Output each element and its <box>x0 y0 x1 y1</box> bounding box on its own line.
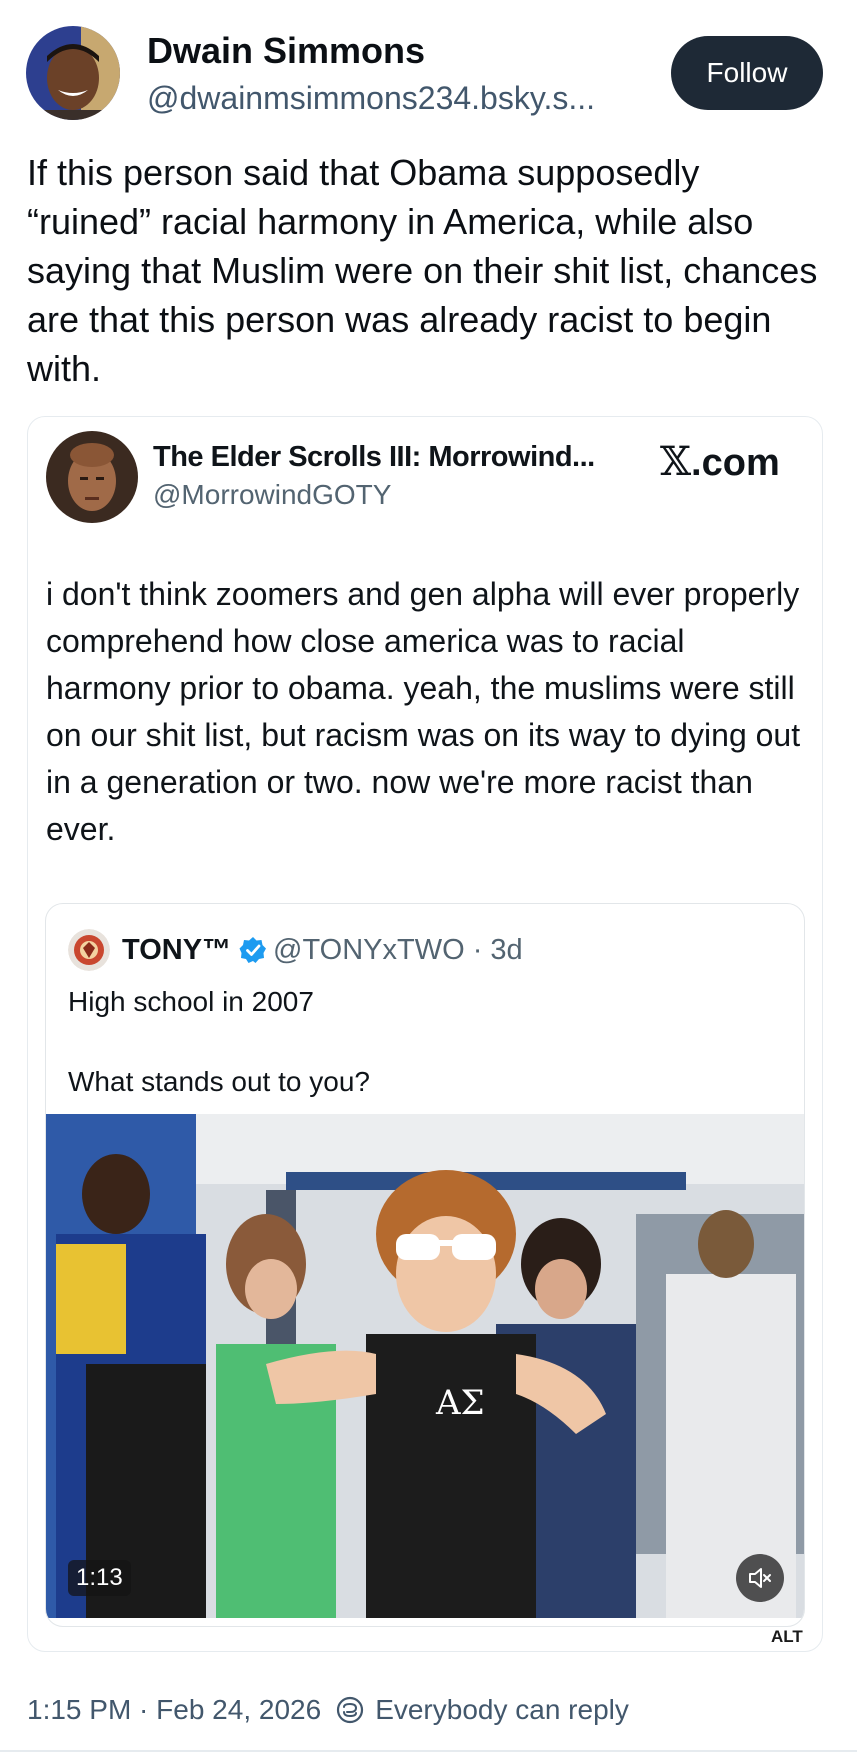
quote-author-name: TONY™ <box>122 933 232 966</box>
video-frame-image: ΑΣ <box>46 1114 804 1618</box>
speaker-muted-icon <box>749 1568 771 1588</box>
author-handle[interactable]: @dwainmsimmons234.bsky.s... <box>147 80 647 117</box>
x-com-suffix: .com <box>691 442 780 484</box>
alt-text-badge[interactable]: ALT <box>771 1627 803 1647</box>
quote-author-handle: @TONYxTWO · 3d <box>273 933 523 966</box>
quote-author-avatar <box>68 929 110 971</box>
mute-button[interactable] <box>736 1554 784 1602</box>
quote-text-line-2: What stands out to you? <box>68 1066 370 1097</box>
video-thumbnail[interactable]: ΑΣ 1:13 <box>46 1114 804 1618</box>
embed-text: i don't think zoomers and gen alpha will… <box>46 576 801 847</box>
post-text: If this person said that Obama supposedl… <box>27 152 818 389</box>
post-timestamp[interactable]: 1:15 PM · Feb 24, 2026 <box>27 1694 321 1726</box>
author-name[interactable]: Dwain Simmons <box>147 30 425 72</box>
author-avatar[interactable] <box>26 26 120 120</box>
follow-button[interactable]: Follow <box>671 36 823 110</box>
embed-author-handle: @MorrowindGOTY <box>153 479 392 510</box>
divider <box>0 1750 857 1752</box>
x-com-label: 𝕏.com <box>660 439 780 485</box>
verified-badge-icon <box>239 937 267 963</box>
video-duration: 1:13 <box>68 1560 131 1596</box>
embed-author-name: The Elder Scrolls III: Morrowind... <box>153 441 595 473</box>
embed-author-avatar <box>46 431 138 523</box>
post-header: Dwain Simmons @dwainmsimmons234.bsky.s..… <box>0 0 857 130</box>
embedded-screenshot[interactable]: The Elder Scrolls III: Morrowind... @Mor… <box>27 416 823 1652</box>
post-meta: 1:15 PM · Feb 24, 2026 Everybody can rep… <box>27 1690 629 1730</box>
reply-setting[interactable]: Everybody can reply <box>375 1694 629 1726</box>
reply-permission-icon <box>337 1696 364 1724</box>
x-logo-icon: 𝕏 <box>660 439 692 485</box>
svg-text:ΑΣ: ΑΣ <box>435 1383 485 1423</box>
quote-text-line-1: High school in 2007 <box>68 986 314 1017</box>
quote-header: TONY™ @TONYxTWO · 3d <box>68 928 523 972</box>
quoted-post: TONY™ @TONYxTWO · 3d High school in 2007… <box>45 903 805 1627</box>
